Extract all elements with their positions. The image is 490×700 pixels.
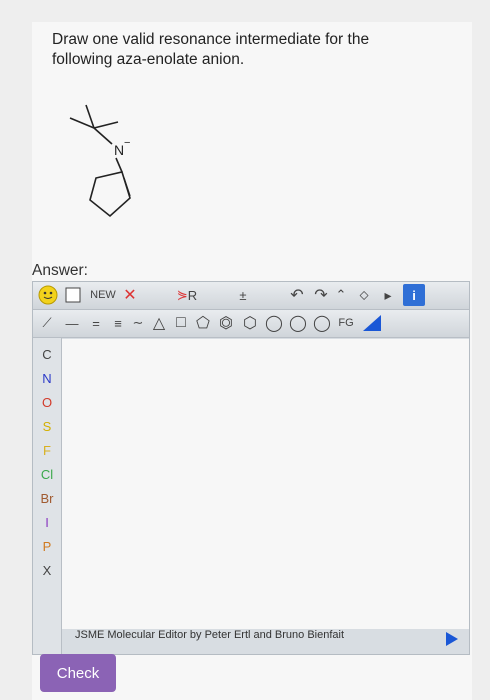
element-f[interactable]: F: [33, 440, 61, 462]
cyclobutane-icon[interactable]: □: [171, 312, 191, 334]
aza-enolate-molecule: N −: [69, 104, 131, 218]
new-button[interactable]: NEW: [87, 284, 119, 306]
triangle-icon[interactable]: [446, 632, 458, 646]
jsme-editor: NEW ✕ ⋟ R ± ↶ ↷ ⌃ ⬦ ▸ i ⟋ — = ≡ ∼ △ □ ⬠ ⏣…: [32, 281, 470, 655]
chain-icon[interactable]: ⟋: [37, 312, 57, 334]
flag-icon[interactable]: [361, 312, 383, 334]
double-bond-icon[interactable]: =: [87, 312, 105, 334]
toolbar-row-2: ⟋ — = ≡ ∼ △ □ ⬠ ⏣ ⬡ ◯ ◯ ◯ FG: [33, 310, 469, 338]
redo-icon[interactable]: ↷: [311, 284, 331, 306]
chain-bond-icon[interactable]: ∼: [129, 312, 147, 334]
element-x[interactable]: X: [33, 560, 61, 582]
svg-text:−: −: [124, 137, 130, 149]
question-line-1: Draw one valid resonance intermediate fo…: [52, 31, 370, 48]
triple-bond-icon[interactable]: ≡: [109, 312, 127, 334]
ring-icon[interactable]: ◯: [311, 312, 333, 334]
smiley-icon[interactable]: [37, 284, 59, 306]
toolbar-row-1: NEW ✕ ⋟ R ± ↶ ↷ ⌃ ⬦ ▸ i: [33, 282, 469, 310]
answer-label: Answer:: [32, 262, 88, 279]
nitrogen-label: N: [114, 142, 124, 158]
element-i[interactable]: I: [33, 512, 61, 534]
element-p[interactable]: P: [33, 536, 61, 558]
benzene-icon[interactable]: ⏣: [215, 312, 237, 334]
element-cl[interactable]: Cl: [33, 464, 61, 486]
cyclopropane-icon[interactable]: △: [149, 312, 169, 334]
element-sidebar: C N O S F Cl Br I P X: [33, 338, 62, 654]
move-icon[interactable]: ⬦: [353, 284, 375, 306]
element-n[interactable]: N: [33, 368, 61, 390]
undo-icon[interactable]: ↶: [287, 284, 307, 306]
question-line-2: following aza-enolate anion.: [52, 51, 245, 68]
question-text: Draw one valid resonance intermediate fo…: [52, 30, 432, 70]
square-icon[interactable]: [63, 284, 83, 306]
fg-button[interactable]: FG: [335, 312, 357, 334]
cyclooctane-icon[interactable]: ◯: [287, 312, 309, 334]
editor-credit: JSME Molecular Editor by Peter Ertl and …: [75, 629, 345, 641]
cyclopentane-icon[interactable]: ⬠: [193, 312, 213, 334]
forward-icon[interactable]: ▸: [379, 284, 397, 306]
element-o[interactable]: O: [33, 392, 61, 414]
delete-icon[interactable]: ✕: [121, 284, 139, 306]
cycloheptane-icon[interactable]: ◯: [263, 312, 285, 334]
info-icon[interactable]: i: [403, 284, 425, 306]
drawing-canvas[interactable]: [62, 339, 469, 629]
cyclohexane-icon[interactable]: ⬡: [239, 312, 261, 334]
single-bond-icon[interactable]: —: [63, 312, 81, 334]
r-group-button[interactable]: ⋟ R: [173, 284, 201, 306]
element-s[interactable]: S: [33, 416, 61, 438]
chevron-up-icon[interactable]: ⌃: [333, 284, 349, 306]
element-c[interactable]: C: [33, 344, 61, 366]
check-button[interactable]: Check: [40, 654, 116, 692]
element-br[interactable]: Br: [33, 488, 61, 510]
charge-button[interactable]: ±: [233, 284, 253, 306]
